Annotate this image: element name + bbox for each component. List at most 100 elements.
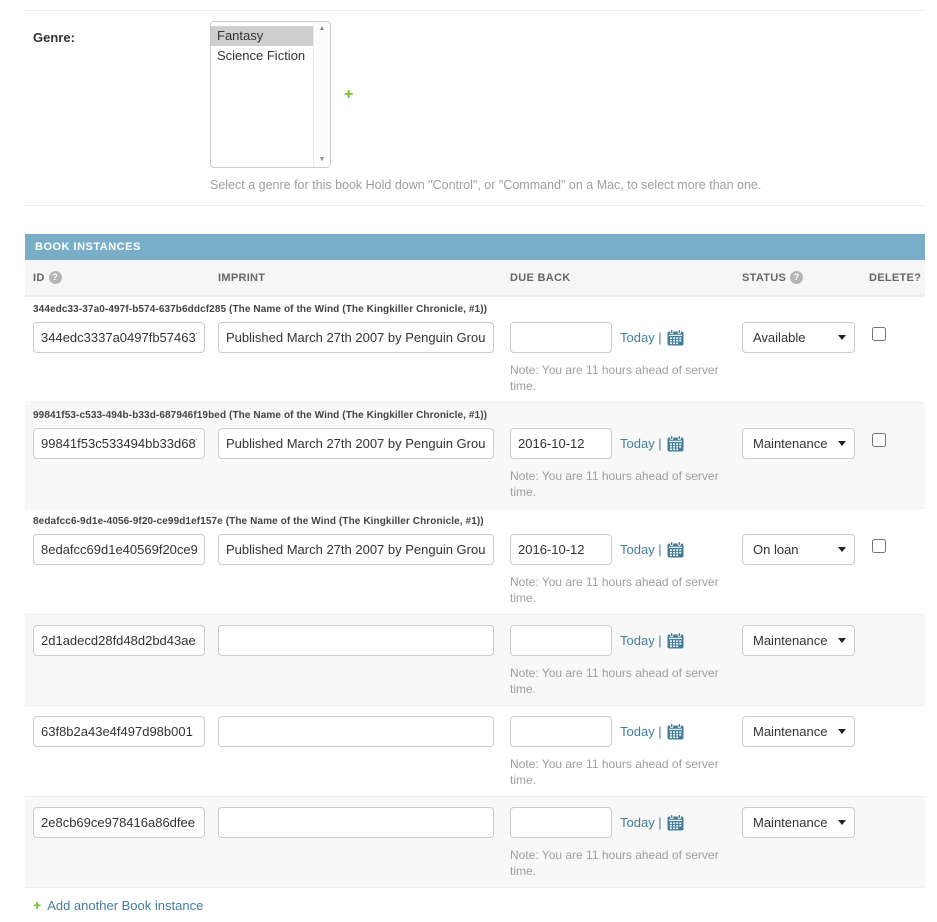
book-instances-module: BOOK INSTANCES ID ? IMPRINT DUE BACK STA…: [25, 234, 925, 922]
calendar-icon[interactable]: [667, 329, 684, 346]
book-instance-row: Today | Note: You are 11 hours ahead of …: [25, 796, 925, 887]
id-input[interactable]: [33, 716, 205, 747]
server-time-note: Note: You are 11 hours ahead of server t…: [510, 665, 732, 697]
calendar-icon[interactable]: [667, 723, 684, 740]
status-select[interactable]: Maintenance: [742, 428, 855, 459]
imprint-input[interactable]: [218, 807, 494, 838]
id-cell: [33, 625, 218, 656]
id-cell: [33, 534, 218, 565]
status-cell: Maintenance: [742, 428, 869, 459]
calendar-icon[interactable]: [667, 541, 684, 558]
due-back-cell: Today | Note: You are 11 hours ahead of …: [510, 322, 742, 394]
add-genre-icon[interactable]: +: [344, 87, 353, 103]
book-instance-row: Today | Note: You are 11 hours ahead of …: [25, 614, 925, 705]
delete-cell: [869, 625, 917, 630]
id-input[interactable]: [33, 322, 205, 353]
delete-cell: [869, 322, 917, 344]
scroll-down-icon[interactable]: ▼: [319, 156, 326, 164]
column-header-imprint: IMPRINT: [218, 272, 510, 284]
genre-form-row: Genre: Fantasy Science Fiction ▲ ▼ + Sel…: [25, 11, 925, 192]
status-select[interactable]: Maintenance: [742, 625, 855, 656]
imprint-input[interactable]: [218, 428, 494, 459]
status-cell: Available: [742, 322, 869, 353]
today-link[interactable]: Today |: [620, 436, 662, 451]
imprint-input[interactable]: [218, 716, 494, 747]
delete-cell: [869, 807, 917, 812]
id-input[interactable]: [33, 625, 205, 656]
imprint-input[interactable]: [218, 625, 494, 656]
book-instance-row: 344edc33-37a0-497f-b574-637b6ddcf285 (Th…: [25, 296, 925, 402]
imprint-input[interactable]: [218, 322, 494, 353]
instance-label: 344edc33-37a0-497f-b574-637b6ddcf285 (Th…: [25, 301, 925, 322]
help-icon[interactable]: ?: [790, 271, 803, 284]
imprint-cell: [218, 716, 510, 747]
today-link[interactable]: Today |: [620, 330, 662, 345]
due-back-cell: Today | Note: You are 11 hours ahead of …: [510, 716, 742, 788]
add-book-instance-link[interactable]: Add another Book instance: [47, 898, 203, 913]
delete-checkbox[interactable]: [872, 327, 886, 341]
book-instance-row: Today | Note: You are 11 hours ahead of …: [25, 705, 925, 796]
today-link[interactable]: Today |: [620, 815, 662, 830]
status-cell: Maintenance: [742, 807, 869, 838]
imprint-cell: [218, 625, 510, 656]
table-header-row: ID ? IMPRINT DUE BACK STATUS ? DELETE?: [25, 260, 925, 296]
id-input[interactable]: [33, 428, 205, 459]
due-back-cell: Today | Note: You are 11 hours ahead of …: [510, 807, 742, 879]
status-cell: On loan: [742, 534, 869, 565]
genre-multiselect[interactable]: Fantasy Science Fiction ▲ ▼: [210, 21, 331, 168]
server-time-note: Note: You are 11 hours ahead of server t…: [510, 468, 732, 500]
listbox-scrollbar[interactable]: ▲ ▼: [313, 22, 330, 167]
due-back-input[interactable]: [510, 807, 612, 838]
delete-cell: [869, 534, 917, 556]
server-time-note: Note: You are 11 hours ahead of server t…: [510, 847, 732, 879]
id-input[interactable]: [33, 534, 205, 565]
genre-label: Genre:: [25, 21, 210, 192]
status-select[interactable]: Maintenance: [742, 807, 855, 838]
due-back-input[interactable]: [510, 322, 612, 353]
instance-label: 99841f53-c533-494b-b33d-687946f19bed (Th…: [25, 407, 925, 428]
today-link[interactable]: Today |: [620, 542, 662, 557]
due-back-input[interactable]: [510, 428, 612, 459]
status-cell: Maintenance: [742, 716, 869, 747]
column-header-id: ID ?: [33, 271, 218, 284]
divider: [25, 205, 925, 206]
genre-help-text: Select a genre for this book Hold down "…: [210, 178, 761, 192]
add-instance-row: + Add another Book instance: [25, 887, 925, 922]
delete-cell: [869, 716, 917, 721]
delete-checkbox[interactable]: [872, 539, 886, 553]
status-select[interactable]: Maintenance: [742, 716, 855, 747]
today-link[interactable]: Today |: [620, 724, 662, 739]
due-back-cell: Today | Note: You are 11 hours ahead of …: [510, 534, 742, 606]
calendar-icon[interactable]: [667, 435, 684, 452]
today-link[interactable]: Today |: [620, 633, 662, 648]
server-time-note: Note: You are 11 hours ahead of server t…: [510, 574, 732, 606]
instance-label: 8edafcc6-9d1e-4056-9f20-ce99d1ef157e (Th…: [25, 513, 925, 534]
genre-option-fantasy[interactable]: Fantasy: [211, 26, 313, 46]
column-header-due-back: DUE BACK: [510, 272, 742, 284]
delete-checkbox[interactable]: [872, 433, 886, 447]
due-back-input[interactable]: [510, 716, 612, 747]
server-time-note: Note: You are 11 hours ahead of server t…: [510, 756, 732, 788]
due-back-input[interactable]: [510, 534, 612, 565]
delete-cell: [869, 428, 917, 450]
status-select[interactable]: Available: [742, 322, 855, 353]
status-select[interactable]: On loan: [742, 534, 855, 565]
due-back-input[interactable]: [510, 625, 612, 656]
genre-option-science-fiction[interactable]: Science Fiction: [211, 46, 313, 66]
book-instance-row: 99841f53-c533-494b-b33d-687946f19bed (Th…: [25, 402, 925, 508]
column-header-status: STATUS ?: [742, 271, 869, 284]
imprint-cell: [218, 428, 510, 459]
server-time-note: Note: You are 11 hours ahead of server t…: [510, 362, 732, 394]
id-input[interactable]: [33, 807, 205, 838]
calendar-icon[interactable]: [667, 632, 684, 649]
imprint-cell: [218, 322, 510, 353]
help-icon[interactable]: ?: [49, 271, 62, 284]
imprint-cell: [218, 807, 510, 838]
calendar-icon[interactable]: [667, 814, 684, 831]
scroll-up-icon[interactable]: ▲: [319, 25, 326, 33]
plus-icon[interactable]: +: [33, 897, 41, 913]
column-header-delete: DELETE?: [869, 272, 921, 284]
due-back-cell: Today | Note: You are 11 hours ahead of …: [510, 428, 742, 500]
id-cell: [33, 716, 218, 747]
imprint-input[interactable]: [218, 534, 494, 565]
